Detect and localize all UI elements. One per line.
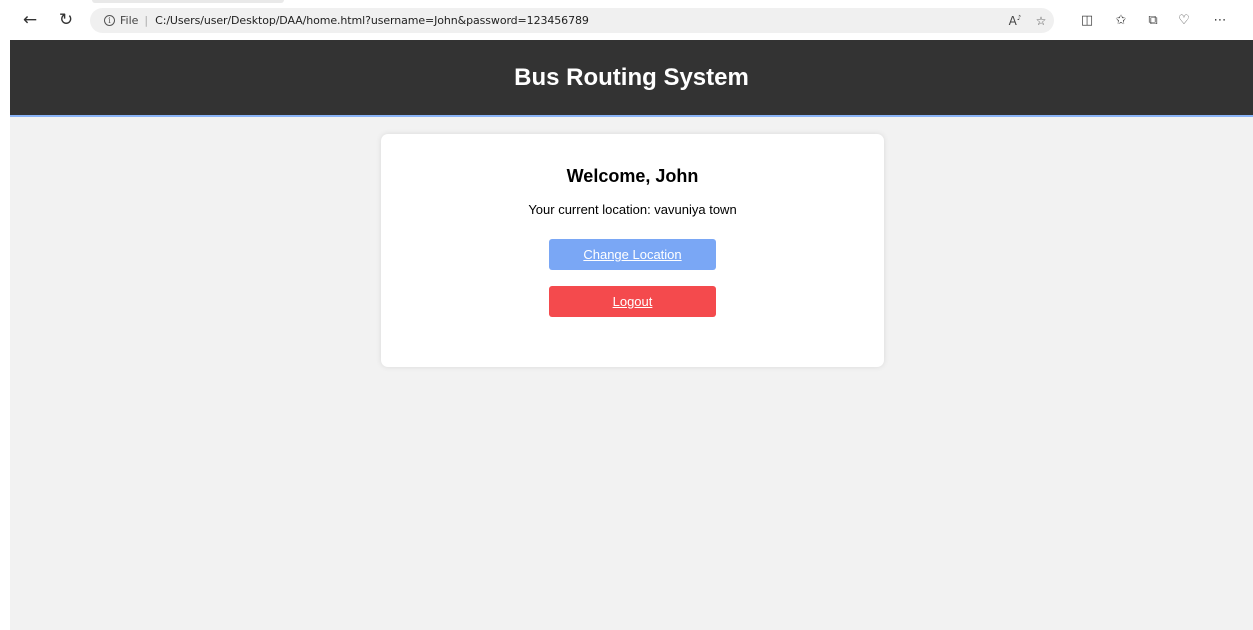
- change-location-button[interactable]: Change Location: [549, 239, 716, 270]
- address-bar[interactable]: i File | C:/Users/user/Desktop/DAA/home.…: [90, 8, 1054, 33]
- more-icon[interactable]: ⋯: [1210, 11, 1230, 29]
- tab-strip: [92, 0, 284, 3]
- browser-toolbar: ← ↻ i File | C:/Users/user/Desktop/DAA/h…: [0, 0, 1253, 40]
- welcome-heading: Welcome, John: [566, 166, 699, 186]
- star-icon[interactable]: ☆: [1028, 14, 1054, 28]
- back-arrow-icon[interactable]: ←: [19, 9, 41, 31]
- split-screen-icon[interactable]: ◫: [1077, 11, 1097, 29]
- file-label: File: [120, 14, 139, 27]
- logout-button[interactable]: Logout: [549, 286, 716, 317]
- app-header: Bus Routing System: [10, 40, 1253, 117]
- current-location-text: Your current location: vavuniya town: [528, 202, 737, 217]
- read-aloud-icon[interactable]: A♪: [1002, 14, 1028, 28]
- refresh-icon[interactable]: ↻: [55, 9, 77, 31]
- extension-icon[interactable]: ♡: [1174, 11, 1194, 29]
- info-icon[interactable]: i: [104, 15, 115, 26]
- collections-icon[interactable]: ⧉: [1143, 11, 1163, 29]
- welcome-card: Welcome, John Your current location: vav…: [381, 134, 884, 367]
- page-viewport: Bus Routing System Welcome, John Your cu…: [10, 40, 1253, 630]
- favorites-icon[interactable]: ✩: [1111, 11, 1131, 29]
- url-text[interactable]: C:/Users/user/Desktop/DAA/home.html?user…: [155, 14, 589, 27]
- separator: |: [144, 14, 149, 27]
- page-title: Bus Routing System: [514, 63, 749, 91]
